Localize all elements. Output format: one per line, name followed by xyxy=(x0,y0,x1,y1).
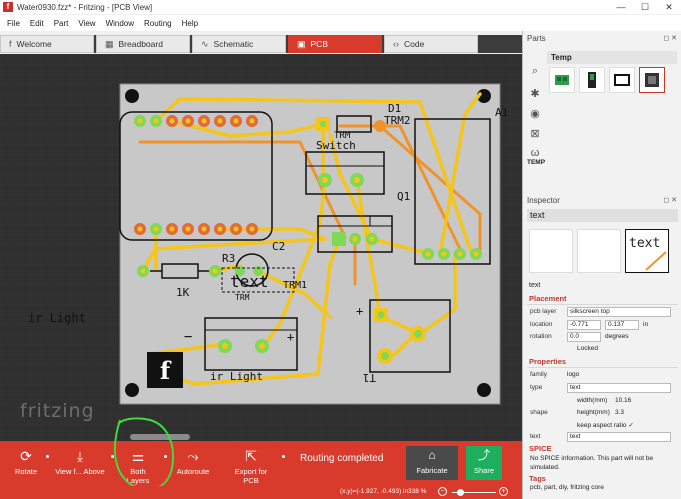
minimize-button[interactable]: — xyxy=(609,2,633,13)
part-terminal-block[interactable] xyxy=(549,67,575,93)
schematic-preview xyxy=(577,229,621,273)
core-bin-icon[interactable]: ✱ xyxy=(527,87,543,103)
check-icon: ✓ xyxy=(628,422,634,429)
part-switch[interactable] xyxy=(579,67,605,93)
mine-bin-icon[interactable]: ⊠ xyxy=(527,127,543,143)
pcb-layer-label: pcb layer xyxy=(530,308,557,315)
height-value[interactable]: 3.3 xyxy=(615,409,624,416)
rotation-label: rotation xyxy=(530,333,552,340)
rotation-input[interactable]: 0.0 xyxy=(567,332,601,342)
cursor-coordinates: (x,y)=(-1.927, -0.493) in xyxy=(340,488,409,495)
status-bar: (x,y)=(-1.927, -0.493) in 338 % − + xyxy=(0,486,522,499)
location-label: location xyxy=(530,321,553,328)
parts-dock-controls[interactable]: ◻ ✕ xyxy=(663,34,677,42)
locked-checkbox[interactable]: Locked xyxy=(577,345,598,352)
text-label: text xyxy=(530,433,541,440)
width-label: width(mm) xyxy=(577,397,608,404)
close-button[interactable]: ✕ xyxy=(657,2,681,13)
location-y-input[interactable]: 0.137 xyxy=(605,320,639,330)
inspector-part-title: text xyxy=(527,209,678,222)
placement-section-title[interactable]: Placement xyxy=(529,294,567,303)
search-icon[interactable]: ⌕ xyxy=(527,65,543,81)
type-select[interactable]: text xyxy=(567,383,671,393)
family-label: family xyxy=(530,371,547,378)
text-input[interactable]: text xyxy=(567,432,671,442)
spice-section-title[interactable]: SPICE xyxy=(529,444,552,453)
parts-dock-title: Parts xyxy=(527,34,546,43)
zoom-out-icon[interactable]: − xyxy=(438,487,447,496)
type-label: type xyxy=(530,384,543,391)
inspector-dock-controls[interactable]: ◻ ✕ xyxy=(663,196,677,204)
part-chip[interactable] xyxy=(639,67,665,93)
wireless-icon[interactable]: ◉ xyxy=(527,107,543,123)
zoom-in-icon[interactable]: + xyxy=(499,487,508,496)
tags-text: pcb, part, diy, fritzing core xyxy=(530,484,604,491)
zoom-level: 338 % xyxy=(408,488,427,495)
annotation-overlay xyxy=(113,417,174,491)
highlight-circle xyxy=(113,417,174,491)
zoom-slider-handle[interactable] xyxy=(456,489,464,496)
rotation-unit: degrees xyxy=(605,333,629,340)
pcb-layer-select[interactable]: silkscreen top xyxy=(567,307,671,317)
keep-aspect-ratio-checkbox[interactable]: keep aspect ratio ✓ xyxy=(577,421,634,429)
temp-bin-label[interactable]: TEMP xyxy=(527,159,545,166)
family-value: logo xyxy=(567,371,580,378)
maximize-button[interactable]: ☐ xyxy=(633,2,657,13)
part-module[interactable] xyxy=(609,67,635,93)
parts-bin-title[interactable]: Temp xyxy=(547,51,677,64)
location-unit[interactable]: in xyxy=(643,321,648,328)
window-controls: — ☐ ✕ xyxy=(609,2,681,13)
right-dock: Parts ◻ ✕ Temp ⌕ ✱ ◉ ⊠ ω TEMP Inspector … xyxy=(522,31,681,499)
width-value[interactable]: 10.16 xyxy=(615,397,631,404)
inspector-part-name: text xyxy=(529,282,541,289)
shape-label: shape xyxy=(530,409,548,416)
fritzing-window: f Water0930.fzz* - Fritzing - [PCB View]… xyxy=(0,0,681,499)
breadboard-preview xyxy=(529,229,573,273)
height-label: height(mm) xyxy=(577,409,610,416)
tags-section-title[interactable]: Tags xyxy=(529,474,546,483)
parts-bin-strip: ⌕ ✱ ◉ ⊠ ω xyxy=(525,53,545,173)
pcb-preview: text xyxy=(625,229,669,273)
inspector-dock-title: Inspector xyxy=(527,196,560,205)
spice-text: No SPICE information. This part will not… xyxy=(530,455,654,471)
location-x-input[interactable]: -0.771 xyxy=(567,320,601,330)
properties-section-title[interactable]: Properties xyxy=(529,357,566,366)
